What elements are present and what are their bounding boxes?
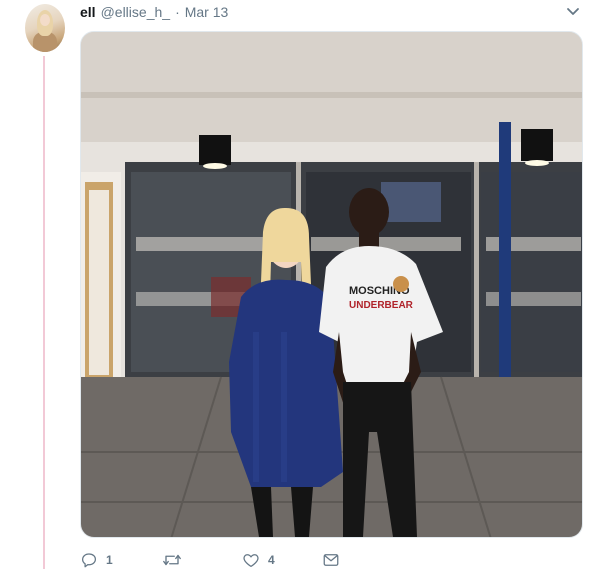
- envelope-icon: [323, 554, 339, 566]
- reply-icon: [81, 553, 97, 568]
- tweet-photo[interactable]: MOSCHINO UNDERBEAR: [80, 31, 583, 538]
- like-count: 4: [268, 553, 275, 567]
- chevron-down-icon[interactable]: [565, 5, 581, 19]
- avatar[interactable]: [25, 4, 65, 52]
- tweet-date[interactable]: Mar 13: [185, 4, 229, 20]
- retweet-icon: [163, 554, 181, 566]
- reply-count: 1: [106, 553, 113, 567]
- shirt-text-line2: UNDERBEAR: [349, 300, 414, 311]
- display-name[interactable]: ell: [80, 4, 96, 20]
- retweet-button[interactable]: [162, 549, 190, 571]
- reply-button[interactable]: 1: [80, 549, 113, 571]
- tweet-header: ell @ellise_h_ · Mar 13: [80, 3, 228, 21]
- user-handle[interactable]: @ellise_h_: [101, 4, 170, 20]
- like-button[interactable]: 4: [242, 549, 275, 571]
- thread-connector-line: [43, 56, 45, 569]
- heart-icon: [243, 554, 259, 568]
- direct-message-button[interactable]: [322, 549, 340, 571]
- separator-dot: ·: [175, 4, 180, 20]
